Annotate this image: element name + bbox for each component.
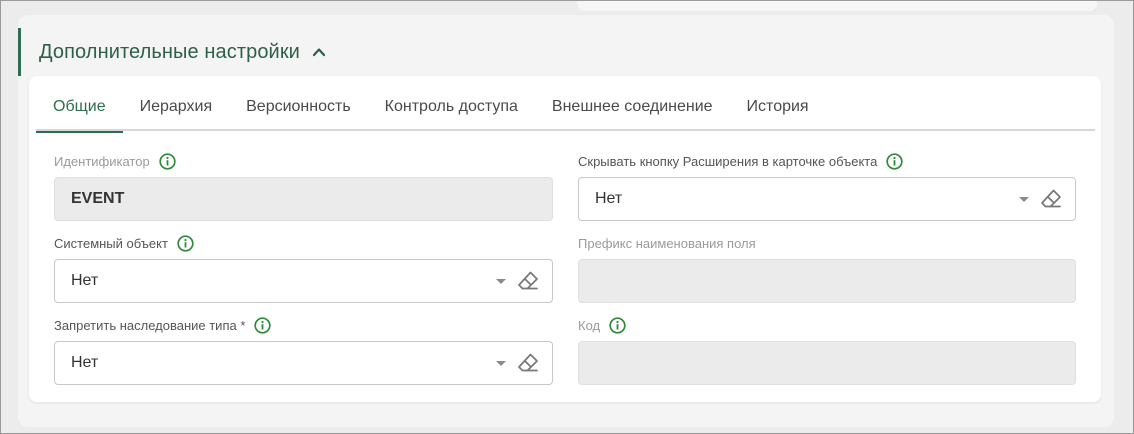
chevron-up-icon[interactable] (312, 45, 326, 59)
system-object-label: Системный объект (54, 235, 168, 251)
additional-settings-section: Дополнительные настройки Общие Иерархия … (18, 15, 1114, 427)
tab-bar: Общие Иерархия Версионность Контроль дос… (36, 89, 1095, 133)
section-header[interactable]: Дополнительные настройки (18, 28, 418, 76)
info-icon[interactable] (886, 152, 903, 170)
info-icon[interactable] (177, 234, 194, 252)
field-name-prefix-label: Префикс наименования поля (578, 235, 756, 251)
dropdown-caret-icon[interactable] (1019, 196, 1029, 202)
forbid-inheritance-select[interactable]: Нет (54, 341, 553, 385)
system-object-field: Системный объект Нет (54, 234, 553, 303)
identifier-field: Идентификатор EVENT (54, 152, 553, 221)
field-name-prefix-input (578, 259, 1076, 303)
tab-general[interactable]: Общие (36, 89, 123, 133)
tab-versioning[interactable]: Версионность (229, 89, 368, 131)
identifier-input: EVENT (54, 177, 553, 221)
hide-extension-button-field: Скрывать кнопку Расширения в карточке об… (578, 152, 1076, 221)
hide-extension-button-label: Скрывать кнопку Расширения в карточке об… (578, 153, 878, 169)
eraser-icon[interactable] (1039, 187, 1063, 211)
field-name-prefix-field: Префикс наименования поля (578, 234, 1076, 303)
forbid-inheritance-field: Запретить наследование типа * Нет (54, 316, 553, 385)
info-icon[interactable] (609, 316, 626, 334)
eraser-icon[interactable] (516, 269, 540, 293)
identifier-value: EVENT (71, 190, 125, 207)
tab-external-connection[interactable]: Внешнее соединение (535, 89, 730, 131)
section-title: Дополнительные настройки (39, 40, 300, 63)
code-field: Код (578, 316, 1076, 385)
info-icon[interactable] (159, 152, 176, 170)
identifier-label: Идентификатор (54, 153, 150, 169)
system-object-select[interactable]: Нет (54, 259, 553, 303)
dropdown-caret-icon[interactable] (496, 360, 506, 366)
forbid-inheritance-label: Запретить наследование типа * (54, 317, 246, 333)
settings-card: Общие Иерархия Версионность Контроль дос… (29, 76, 1101, 402)
tab-history[interactable]: История (730, 89, 826, 131)
hide-extension-button-select[interactable]: Нет (578, 177, 1076, 221)
top-strip (577, 1, 1097, 11)
dropdown-caret-icon[interactable] (496, 278, 506, 284)
info-icon[interactable] (254, 316, 272, 334)
system-object-value: Нет (71, 272, 99, 289)
hide-extension-button-value: Нет (595, 190, 623, 207)
code-input (578, 341, 1076, 385)
tab-hierarchy[interactable]: Иерархия (123, 89, 230, 131)
eraser-icon[interactable] (516, 351, 540, 375)
code-label: Код (578, 317, 601, 333)
forbid-inheritance-value: Нет (71, 354, 99, 371)
tab-access-control[interactable]: Контроль доступа (368, 89, 535, 131)
